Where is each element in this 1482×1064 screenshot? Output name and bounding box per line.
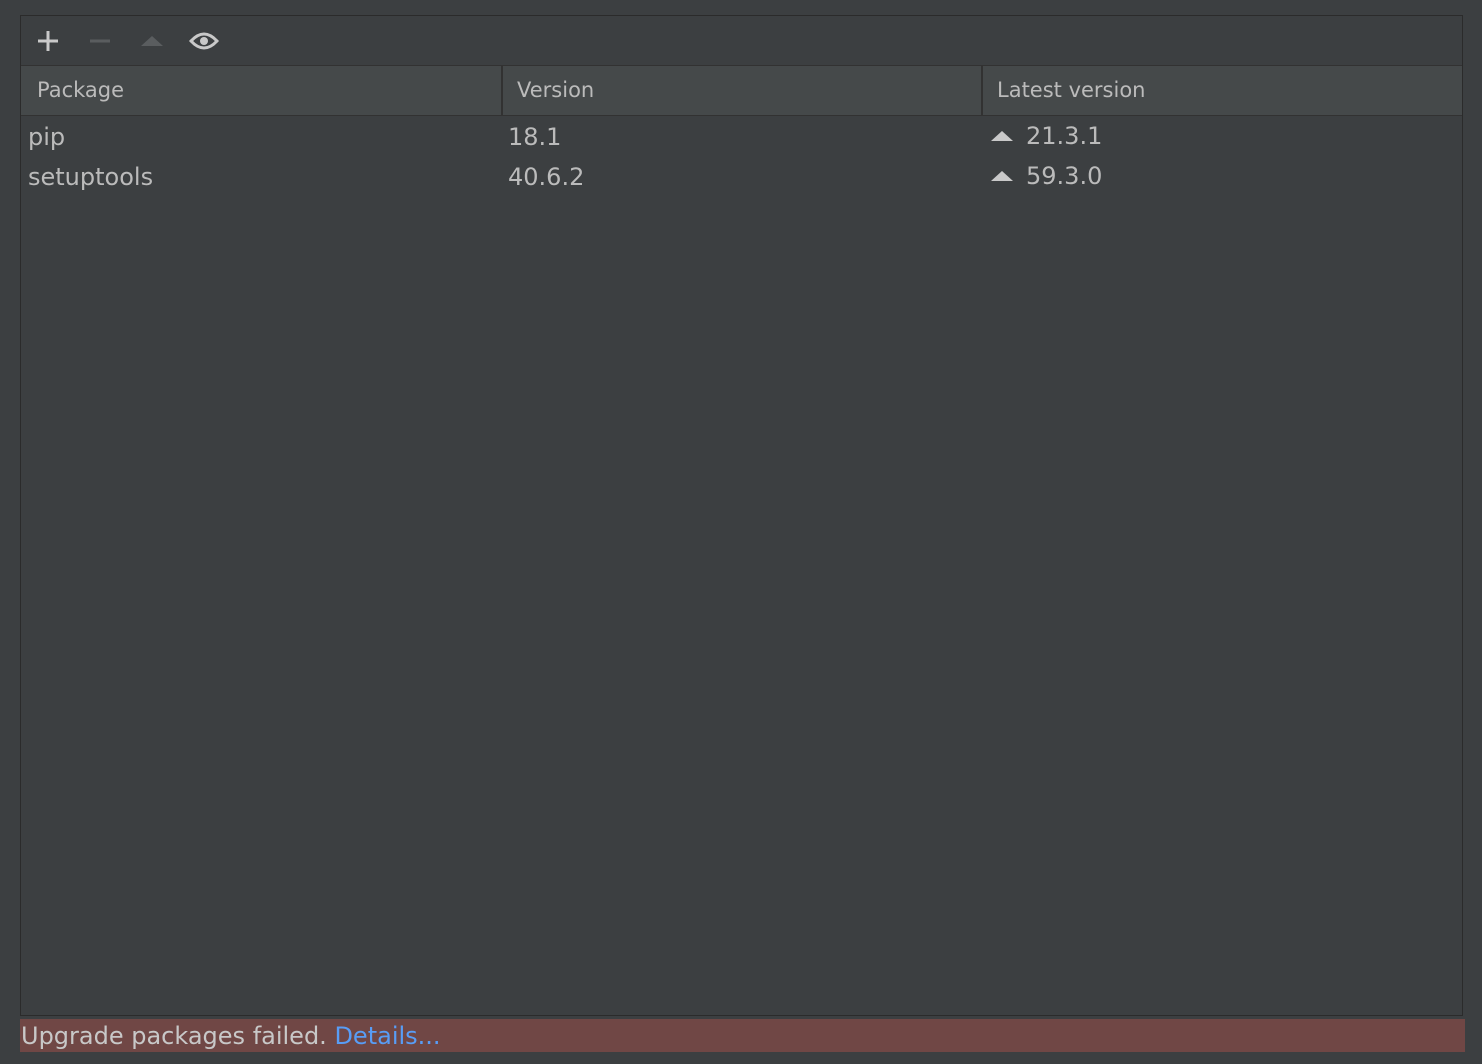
upgrade-package-button[interactable] [137, 26, 167, 56]
toolbar [21, 16, 1462, 66]
package-name: setuptools [28, 163, 154, 191]
upgrade-icon [141, 36, 163, 46]
eye-icon [189, 32, 219, 50]
table-row[interactable]: pip 18.1 21.3.1 [21, 116, 1462, 156]
latest-version-cell: 59.3.0 [990, 156, 1102, 196]
package-version: 40.6.2 [508, 163, 585, 191]
upgrade-available-icon [991, 171, 1013, 181]
table-row[interactable]: setuptools 40.6.2 59.3.0 [21, 156, 1462, 196]
uninstall-package-button[interactable] [85, 26, 115, 56]
packages-table: Package Version Latest version pip 18.1 … [21, 66, 1462, 1015]
error-status-bar: Upgrade packages failed. Details... [20, 1019, 1465, 1052]
package-version: 18.1 [508, 123, 562, 151]
latest-version: 21.3.1 [1026, 122, 1103, 150]
show-early-releases-button[interactable] [189, 26, 219, 56]
upgrade-available-icon [991, 131, 1013, 141]
error-message: Upgrade packages failed. [21, 1022, 327, 1050]
column-header-package[interactable]: Package [21, 66, 501, 115]
table-body: pip 18.1 21.3.1 setuptools 40.6.2 59.3.0 [21, 116, 1462, 196]
package-name: pip [28, 123, 66, 151]
table-header: Package Version Latest version [21, 66, 1462, 116]
latest-version: 59.3.0 [1026, 162, 1103, 190]
column-header-latest-version[interactable]: Latest version [981, 66, 1462, 115]
plus-icon [38, 31, 58, 51]
packages-panel: Package Version Latest version pip 18.1 … [20, 15, 1463, 1016]
minus-icon [90, 39, 110, 43]
install-package-button[interactable] [33, 26, 63, 56]
latest-version-cell: 21.3.1 [990, 116, 1102, 156]
details-link[interactable]: Details... [334, 1022, 440, 1050]
column-header-version[interactable]: Version [501, 66, 981, 115]
